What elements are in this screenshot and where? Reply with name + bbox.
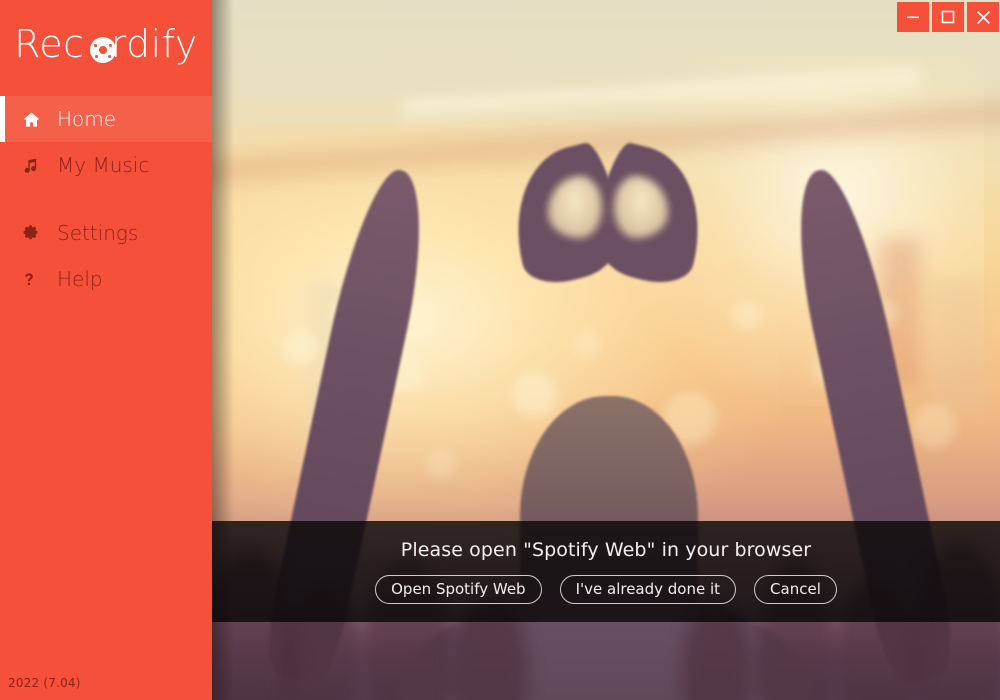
sidebar-item-label: Help	[57, 267, 103, 291]
version-label: 2022 (7.04)	[8, 676, 81, 690]
home-icon	[22, 110, 48, 129]
question-mark-icon	[22, 270, 48, 289]
dialog-message: Please open "Spotify Web" in your browse…	[400, 538, 812, 561]
sidebar-nav: Home My Music Settings Help	[0, 96, 212, 302]
sidebar-item-label: Settings	[57, 221, 139, 245]
sidebar-item-label: My Music	[57, 153, 150, 177]
close-icon	[976, 10, 991, 25]
already-done-button[interactable]: I've already done it	[559, 574, 737, 605]
dialog-button-row: Open Spotify Web I've already done it Ca…	[375, 574, 837, 605]
open-spotify-web-button[interactable]: Open Spotify Web	[375, 574, 542, 605]
spotify-web-dialog: Please open "Spotify Web" in your browse…	[212, 521, 1000, 622]
sidebar: Rec rdify Home My Music Settings Help 20…	[0, 0, 212, 700]
gear-icon	[22, 224, 48, 242]
close-button[interactable]	[967, 2, 999, 32]
music-note-icon	[22, 156, 48, 174]
minimize-button[interactable]	[897, 2, 929, 32]
vinyl-record-icon	[90, 37, 117, 63]
maximize-button[interactable]	[932, 2, 964, 32]
minimize-icon	[906, 10, 920, 24]
sidebar-item-settings[interactable]: Settings	[0, 210, 212, 256]
sidebar-item-my-music[interactable]: My Music	[0, 142, 212, 188]
window-controls	[897, 2, 999, 32]
logo-text-before: Rec	[14, 22, 85, 66]
recordify-app-window: Rec rdify Home My Music Settings Help 20…	[0, 0, 1000, 700]
app-logo: Rec rdify	[0, 0, 212, 96]
sidebar-item-home[interactable]: Home	[0, 96, 212, 142]
maximize-icon	[941, 10, 955, 24]
sidebar-item-help[interactable]: Help	[0, 256, 212, 302]
sidebar-item-label: Home	[57, 107, 117, 131]
cancel-button[interactable]: Cancel	[754, 574, 837, 605]
logo-text-after: rdify	[110, 22, 198, 66]
main-content: Please open "Spotify Web" in your browse…	[212, 0, 1000, 700]
